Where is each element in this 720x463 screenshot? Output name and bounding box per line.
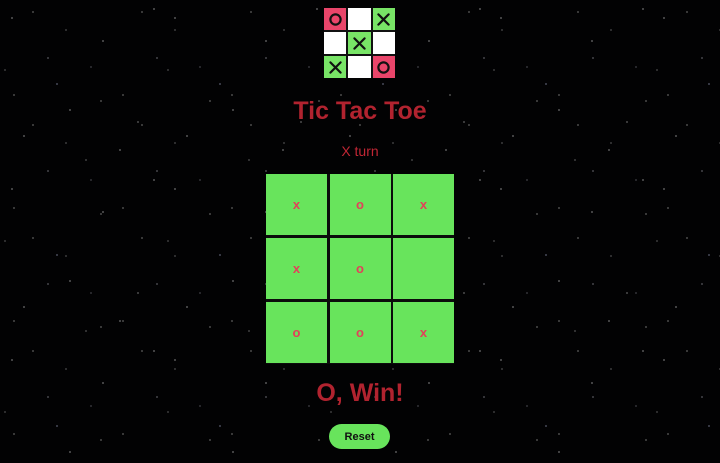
x-mark-icon: [353, 36, 366, 50]
board-cell-4[interactable]: x: [266, 238, 327, 299]
board-cell-6[interactable]: [393, 238, 454, 299]
o-mark-icon: [324, 8, 347, 30]
logo-cell: [348, 56, 371, 78]
x-mark-icon: [377, 12, 391, 26]
x-mark-icon: [324, 56, 347, 78]
x-mark-icon: [328, 60, 342, 74]
o-mark-icon: [372, 56, 395, 78]
game-logo: [324, 8, 395, 78]
board-cell-9[interactable]: x: [393, 302, 454, 363]
board-cell-1[interactable]: x: [266, 174, 327, 235]
reset-button[interactable]: Reset: [329, 424, 390, 449]
x-mark-icon: [348, 32, 371, 54]
board-cell-2[interactable]: o: [329, 174, 391, 235]
board-cell-5[interactable]: o: [329, 238, 391, 299]
starfield-background: Tic Tac Toe X turn x o x x o o o x O, Wi…: [0, 0, 720, 463]
board-cell-3[interactable]: x: [393, 174, 454, 235]
x-mark-icon: [372, 8, 395, 30]
o-mark-icon: [328, 12, 342, 26]
page-title: Tic Tac Toe: [293, 97, 427, 125]
game-board: x o x x o o o x: [266, 174, 454, 364]
o-mark-icon: [377, 60, 391, 74]
result-message: O, Win!: [316, 379, 404, 407]
logo-cell: [324, 32, 347, 54]
board-cell-7[interactable]: o: [266, 302, 327, 363]
logo-cell: [348, 8, 371, 30]
board-cell-8[interactable]: o: [329, 302, 391, 363]
logo-cell: [372, 32, 395, 54]
turn-indicator: X turn: [341, 143, 379, 159]
